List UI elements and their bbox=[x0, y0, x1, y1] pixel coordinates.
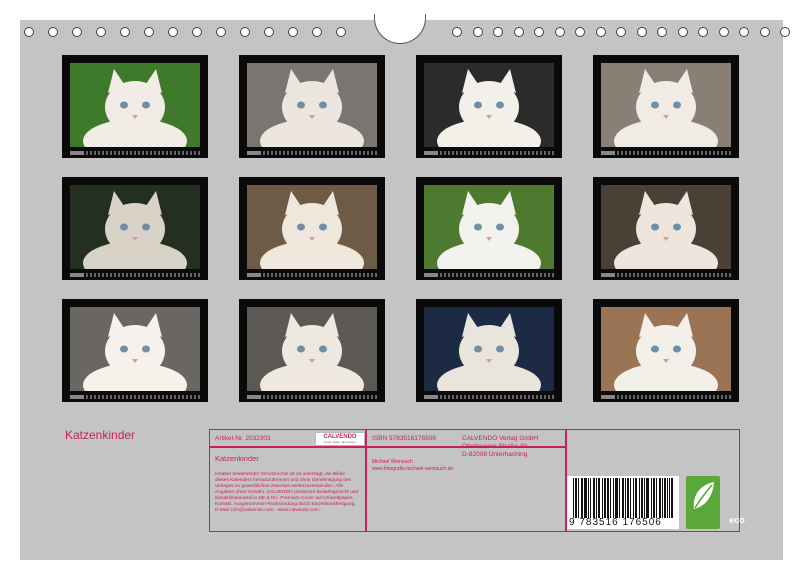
binding-hole bbox=[739, 27, 749, 37]
caption-label bbox=[424, 151, 438, 155]
caption-label bbox=[601, 151, 615, 155]
kittens-in-cat-tree-photo bbox=[247, 307, 377, 391]
caption-label bbox=[247, 395, 261, 399]
caption-label bbox=[424, 273, 438, 277]
photo-frame bbox=[416, 177, 562, 280]
legal-notice: Inhaber bestehender Schutzrechte ist es … bbox=[215, 472, 359, 513]
binding-hole bbox=[264, 27, 274, 37]
binding-hole bbox=[513, 27, 524, 37]
author-url: www.fotografie.michael-weinauch.de bbox=[372, 466, 454, 472]
binding-hole bbox=[636, 27, 647, 37]
barcode-digits: 9 783516 176506 bbox=[569, 517, 662, 528]
calvendo-logo: CALVENDO Kunst. Natur. Menschen. bbox=[315, 432, 365, 446]
binding-hole bbox=[759, 27, 770, 37]
binding-hole bbox=[554, 27, 565, 37]
caption-label bbox=[601, 395, 615, 399]
publisher-street: Ottobrunner Straße 39 bbox=[462, 443, 528, 450]
photo-caption-strip bbox=[424, 151, 554, 155]
binding-hole bbox=[698, 27, 708, 37]
photo-caption-strip bbox=[70, 273, 200, 277]
photo-frame bbox=[62, 177, 208, 280]
photo-frame bbox=[239, 177, 385, 280]
binding-hole bbox=[288, 27, 298, 37]
barcode: 9 783516 176506 bbox=[567, 476, 679, 529]
binding-hole bbox=[780, 27, 790, 37]
binding-hole bbox=[493, 27, 503, 37]
binding-hole bbox=[616, 27, 626, 37]
photo-caption-strip bbox=[247, 395, 377, 399]
calico-kitten-photo bbox=[70, 185, 200, 269]
binding-hole bbox=[96, 27, 106, 37]
photo-frame bbox=[593, 177, 739, 280]
photo-frame bbox=[593, 299, 739, 402]
photo-caption-strip bbox=[601, 395, 731, 399]
photo-frame bbox=[239, 55, 385, 158]
photo-caption-strip bbox=[601, 273, 731, 277]
photo-frame bbox=[62, 299, 208, 402]
photo-caption-strip bbox=[247, 151, 377, 155]
binding-hole bbox=[657, 27, 667, 37]
info-box: Artikel-Nr. 2032303 CALVENDO Kunst. Natur… bbox=[209, 429, 745, 532]
binding-hole bbox=[575, 27, 585, 37]
photo-caption-strip bbox=[601, 151, 731, 155]
binding-hole bbox=[48, 27, 58, 37]
kitten-resting-photo bbox=[601, 307, 731, 391]
caption-label bbox=[70, 151, 84, 155]
photo-caption-strip bbox=[424, 395, 554, 399]
caption-label bbox=[601, 273, 615, 277]
photo-frame bbox=[62, 55, 208, 158]
calendar-title: Katzenkinder bbox=[65, 428, 136, 442]
caption-label bbox=[247, 151, 261, 155]
article-number: Artikel-Nr. 2032303 bbox=[215, 435, 271, 442]
photo-frame bbox=[416, 55, 562, 158]
kittens-on-scratching-post-photo bbox=[601, 185, 731, 269]
photo-caption-strip bbox=[70, 395, 200, 399]
eco-label: eco bbox=[729, 515, 745, 525]
white-kitten-on-grass-photo bbox=[424, 185, 554, 269]
caption-label bbox=[70, 273, 84, 277]
photo-frame bbox=[239, 299, 385, 402]
binding-hole bbox=[336, 27, 346, 37]
kittens-in-basket-photo bbox=[247, 63, 377, 147]
leaf-icon bbox=[693, 482, 714, 509]
binding-hole bbox=[312, 27, 322, 37]
kitten-lying-photo bbox=[601, 63, 731, 147]
photo-caption-strip bbox=[70, 151, 200, 155]
caption-label bbox=[424, 395, 438, 399]
binding-hole bbox=[595, 27, 606, 37]
binding-hole bbox=[718, 27, 729, 37]
eco-logo: eco bbox=[686, 476, 745, 529]
caption-label bbox=[70, 395, 84, 399]
kitten-on-grass-photo bbox=[70, 63, 200, 147]
binding-hole bbox=[472, 27, 483, 37]
binding-hole bbox=[72, 27, 82, 37]
publisher-name: CALVENDO Verlag GmbH bbox=[462, 435, 539, 442]
binding-hole bbox=[144, 27, 154, 37]
binding-hole bbox=[120, 27, 130, 37]
author-name: Michael Weinauch bbox=[372, 459, 413, 465]
binding-hole bbox=[192, 27, 202, 37]
barcode-bars bbox=[573, 478, 673, 518]
binding-hole bbox=[452, 27, 462, 37]
isbn: ISBN 9783516176506 bbox=[372, 435, 436, 442]
binding-hole bbox=[24, 27, 34, 37]
info-subtitle: Katzenkinder bbox=[215, 454, 259, 463]
binding-hole bbox=[534, 27, 544, 37]
two-kittens-photo bbox=[247, 185, 377, 269]
logo-subtext: Kunst. Natur. Menschen. bbox=[323, 440, 357, 444]
binding-hole bbox=[240, 27, 250, 37]
binding-hole bbox=[168, 27, 178, 37]
photo-caption-strip bbox=[424, 273, 554, 277]
white-kitten-closeup-photo bbox=[70, 307, 200, 391]
kitten-portrait-photo bbox=[424, 63, 554, 147]
binding-hole bbox=[677, 27, 688, 37]
caption-label bbox=[247, 273, 261, 277]
binding-hole bbox=[216, 27, 226, 37]
photo-caption-strip bbox=[247, 273, 377, 277]
photo-frame bbox=[416, 299, 562, 402]
kitten-on-blanket-photo bbox=[424, 307, 554, 391]
publisher-city: D-82008 Unterhaching bbox=[462, 451, 528, 458]
photo-frame bbox=[593, 55, 739, 158]
